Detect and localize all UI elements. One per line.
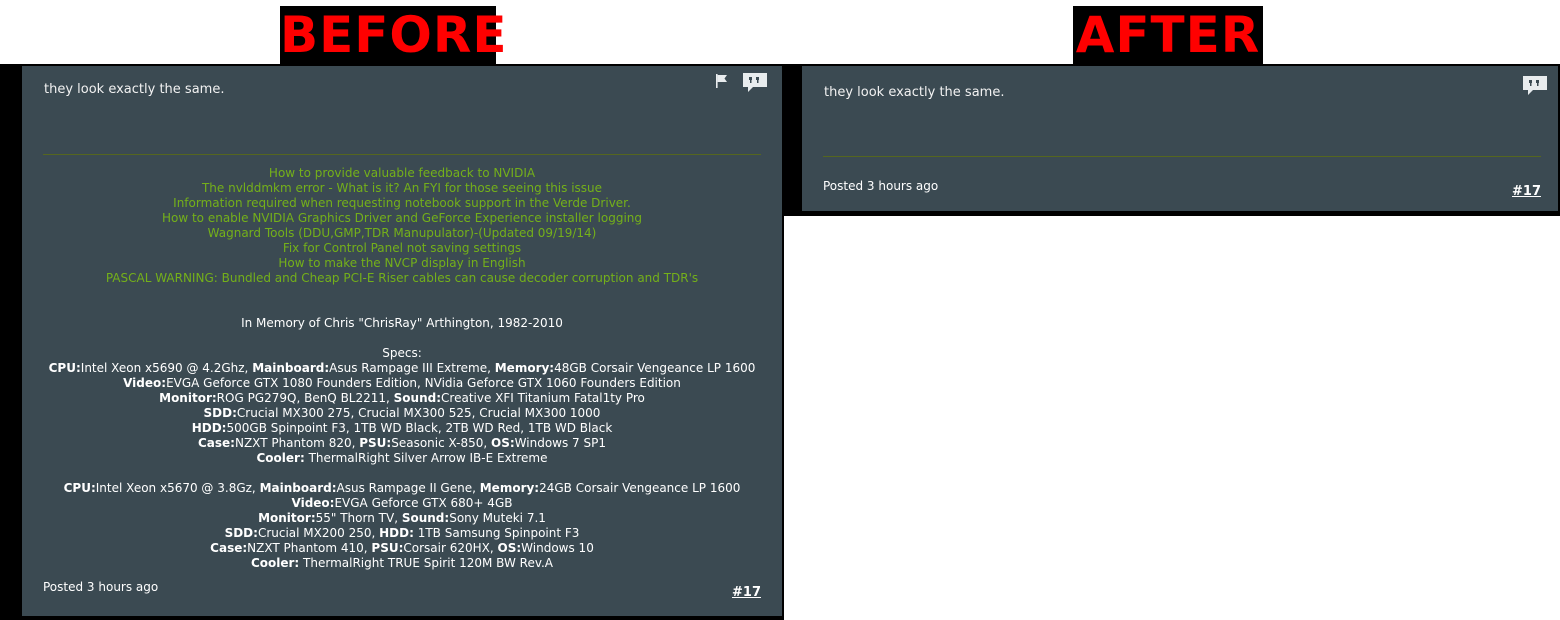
spec-key: Case: <box>210 541 248 555</box>
spec-line: Case:NZXT Phantom 820, PSU:Seasonic X-85… <box>22 436 782 451</box>
spec-line: SDD:Crucial MX300 275, Crucial MX300 525… <box>22 406 782 421</box>
spec-key: Sound: <box>401 511 450 525</box>
spec-value: Intel Xeon x5670 @ 3.8Gz, <box>95 481 260 495</box>
spec-value: Crucial MX300 275, Crucial MX300 525, Cr… <box>236 406 601 420</box>
spec-value: ThermalRight Silver Arrow IB-E Extreme <box>304 451 548 465</box>
spec-value: Sony Muteki 7.1 <box>449 511 546 525</box>
signature-link[interactable]: The nvlddmkm error - What is it? An FYI … <box>22 181 782 196</box>
spec-value: Creative XFI Titanium Fatal1ty Pro <box>441 391 645 405</box>
spec-line: SDD:Crucial MX200 250, HDD: 1TB Samsung … <box>22 526 782 541</box>
spec-key: Case: <box>198 436 235 450</box>
spec-key: PSU: <box>371 541 404 555</box>
rig-1-specs: CPU:Intel Xeon x5690 @ 4.2Ghz, Mainboard… <box>22 361 782 466</box>
spec-value: Windows 10 <box>521 541 594 555</box>
spec-value: EVGA Geforce GTX 1080 Founders Edition, … <box>166 376 681 390</box>
quote-icon[interactable] <box>1521 75 1549 100</box>
post-divider <box>823 156 1541 157</box>
after-label: AFTER <box>1073 6 1263 64</box>
post-number-link[interactable]: #17 <box>1512 184 1541 199</box>
signature-link[interactable]: Fix for Control Panel not saving setting… <box>22 241 782 256</box>
spec-key: Sound: <box>393 391 442 405</box>
spec-value: Asus Rampage III Extreme, <box>329 361 495 375</box>
spec-key: Monitor: <box>258 511 316 525</box>
spec-key: Memory: <box>479 481 540 495</box>
spec-value: 1TB Samsung Spinpoint F3 <box>413 526 580 540</box>
signature-divider <box>43 154 761 155</box>
spec-line: Cooler: ThermalRight TRUE Spirit 120M BW… <box>22 556 782 571</box>
spec-key: OS: <box>491 436 515 450</box>
spec-key: SDD: <box>203 406 237 420</box>
spec-value: NZXT Phantom 820, <box>234 436 360 450</box>
spec-line: Monitor:55" Thorn TV, Sound:Sony Muteki … <box>22 511 782 526</box>
spec-key: OS: <box>497 541 522 555</box>
before-post-card: they look exactly the same. How to provi… <box>22 66 782 616</box>
signature-link[interactable]: How to provide valuable feedback to NVID… <box>22 166 782 181</box>
spec-key: PSU: <box>359 436 392 450</box>
signature-link[interactable]: Information required when requesting not… <box>22 196 782 211</box>
spec-key: Monitor: <box>159 391 217 405</box>
before-label: BEFORE <box>280 6 508 64</box>
spec-line: CPU:Intel Xeon x5690 @ 4.2Ghz, Mainboard… <box>22 361 782 376</box>
signature-links: How to provide valuable feedback to NVID… <box>22 166 782 286</box>
spec-value: 55" Thorn TV, <box>315 511 402 525</box>
signature-text: In Memory of Chris "ChrisRay" Arthington… <box>22 316 782 571</box>
spec-key: HDD: <box>379 526 414 540</box>
post-body: they look exactly the same. <box>824 85 1005 100</box>
spec-value: ROG PG279Q, BenQ BL2211, <box>216 391 394 405</box>
spec-value: 48GB Corsair Vengeance LP 1600 <box>554 361 756 375</box>
post-number-link[interactable]: #17 <box>732 585 761 600</box>
signature-link[interactable]: How to enable NVIDIA Graphics Driver and… <box>22 211 782 226</box>
spec-line: Case:NZXT Phantom 410, PSU:Corsair 620HX… <box>22 541 782 556</box>
signature-link[interactable]: How to make the NVCP display in English <box>22 256 782 271</box>
spec-key: Cooler: <box>256 451 305 465</box>
signature-link[interactable]: PASCAL WARNING: Bundled and Cheap PCI-E … <box>22 271 782 286</box>
spec-value: Crucial MX200 250, <box>257 526 380 540</box>
post-body: they look exactly the same. <box>44 82 225 97</box>
spec-line: CPU:Intel Xeon x5670 @ 3.8Gz, Mainboard:… <box>22 481 782 496</box>
spec-line: Video:EVGA Geforce GTX 680+ 4GB <box>22 496 782 511</box>
memory-line: In Memory of Chris "ChrisRay" Arthington… <box>241 316 563 330</box>
spec-key: CPU: <box>63 481 96 495</box>
spec-value: NZXT Phantom 410, <box>247 541 372 555</box>
spec-line: Cooler: ThermalRight Silver Arrow IB-E E… <box>22 451 782 466</box>
spec-value: 24GB Corsair Vengeance LP 1600 <box>539 481 741 495</box>
specs-title: Specs: <box>382 346 422 360</box>
quote-icon[interactable] <box>741 72 769 97</box>
spec-value: Asus Rampage II Gene, <box>336 481 480 495</box>
spec-value: Intel Xeon x5690 @ 4.2Ghz, <box>80 361 253 375</box>
spec-line: Video:EVGA Geforce GTX 1080 Founders Edi… <box>22 376 782 391</box>
spec-key: Video: <box>291 496 335 510</box>
spec-key: Mainboard: <box>259 481 337 495</box>
spec-value: EVGA Geforce GTX 680+ 4GB <box>334 496 513 510</box>
after-post-card: they look exactly the same. Posted 3 hou… <box>802 66 1558 211</box>
flag-icon[interactable] <box>714 73 730 92</box>
rig-2-specs: CPU:Intel Xeon x5670 @ 3.8Gz, Mainboard:… <box>22 481 782 571</box>
spec-key: Cooler: <box>250 556 300 570</box>
spec-key: SDD: <box>224 526 258 540</box>
spec-line: HDD:500GB Spinpoint F3, 1TB WD Black, 2T… <box>22 421 782 436</box>
spec-value: 500GB Spinpoint F3, 1TB WD Black, 2TB WD… <box>226 421 613 435</box>
spec-key: Mainboard: <box>252 361 330 375</box>
signature-link[interactable]: Wagnard Tools (DDU,GMP,TDR Manupulator)-… <box>22 226 782 241</box>
spec-value: ThermalRight TRUE Spirit 120M BW Rev.A <box>299 556 554 570</box>
spec-key: Video: <box>123 376 167 390</box>
spec-key: CPU: <box>48 361 81 375</box>
spec-value: Corsair 620HX, <box>403 541 498 555</box>
spec-key: Memory: <box>494 361 555 375</box>
posted-time: Posted 3 hours ago <box>43 580 159 594</box>
posted-time: Posted 3 hours ago <box>823 179 939 193</box>
spec-line: Monitor:ROG PG279Q, BenQ BL2211, Sound:C… <box>22 391 782 406</box>
spec-value: Seasonic X-850, <box>391 436 492 450</box>
spec-key: HDD: <box>191 421 227 435</box>
spec-value: Windows 7 SP1 <box>514 436 606 450</box>
